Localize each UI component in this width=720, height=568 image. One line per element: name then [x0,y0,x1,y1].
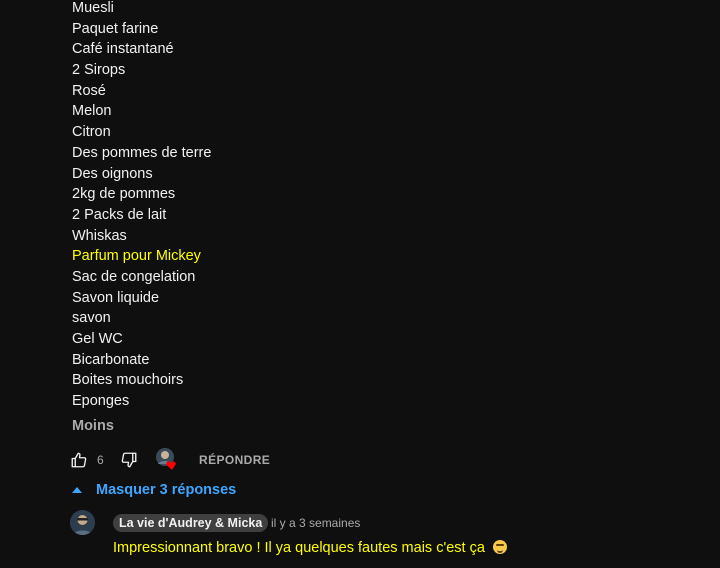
list-item: Paquet farine [72,20,159,37]
list-item: Bicarbonate [72,351,150,368]
list-item: Rosé [72,82,106,99]
list-item: Eponges [72,393,130,410]
list-item: Des oignons [72,165,153,182]
list-item: Muesli [72,0,114,16]
reply-author-badge[interactable]: La vie d'Audrey & Micka [113,514,269,532]
list-item: Whiskas [72,227,127,244]
list-item-highlighted: Parfum pour Mickey [72,248,201,265]
list-item: 2 Packs de lait [72,206,167,223]
comment-actions: 6 RÉPONDRE [70,448,270,470]
list-item: savon [72,310,111,327]
reply-text-content: Impressionnant bravo ! Il ya quelques fa… [113,540,485,556]
creator-heart-icon [155,447,179,471]
reply-button[interactable]: RÉPONDRE [199,453,270,467]
thumbs-up-icon[interactable] [70,451,88,469]
avatar[interactable] [70,510,95,535]
list-item: Boites mouchoirs [72,372,184,389]
list-item: 2 Sirops [72,62,126,79]
hide-replies-label: Masquer 3 réponses [96,482,237,498]
caret-up-icon [72,487,82,493]
list-item: Savon liquide [72,289,160,306]
list-item: Melon [72,103,112,120]
reply-timestamp[interactable]: il y a 3 semaines [271,516,360,530]
reply-text: Impressionnant bravo ! Il ya quelques fa… [113,540,507,556]
list-item: Citron [72,124,111,141]
list-item: Sac de congelation [72,268,196,285]
like-count: 6 [97,453,104,467]
comment-text-list: Muesli Paquet farine Café instantané 2 S… [72,0,211,414]
thumbs-down-icon[interactable] [120,451,138,469]
grinning-emoji-icon [492,540,507,554]
hide-replies-toggle[interactable]: Masquer 3 réponses [70,482,236,498]
show-less-button[interactable]: Moins [72,418,114,434]
list-item: 2kg de pommes [72,186,176,203]
list-item: Café instantané [72,41,174,58]
list-item: Des pommes de terre [72,144,212,161]
list-item: Gel WC [72,331,123,347]
